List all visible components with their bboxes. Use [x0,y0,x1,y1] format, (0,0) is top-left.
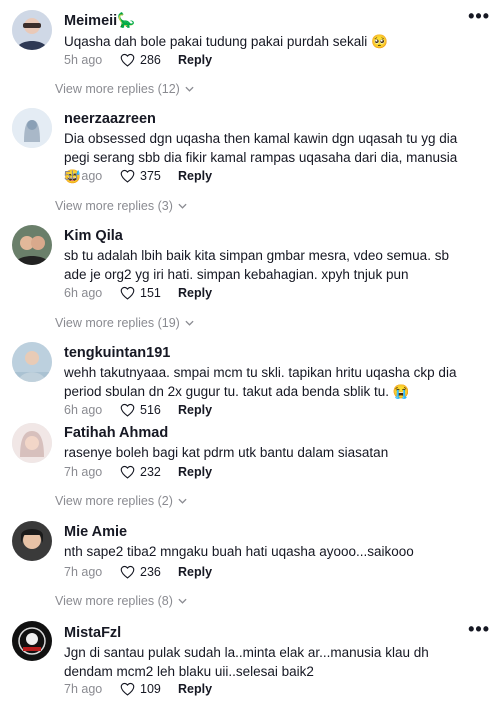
view-more-replies[interactable]: View more replies (2) [55,494,187,508]
timestamp: 5h ago [64,53,103,67]
comment-text: Jgn di santau pulak sudah la..minta elak… [64,645,429,679]
comment-meta: 5h ago 375 Reply [64,167,212,185]
reply-button[interactable]: Reply [178,53,212,67]
avatar-image [12,423,52,463]
view-more-replies[interactable]: View more replies (3) [55,199,187,213]
heart-outline-icon [120,286,135,300]
like-count: 516 [140,403,161,417]
heart-outline-icon [120,465,135,479]
avatar-image [12,10,52,50]
like-button[interactable]: 236 [120,565,178,579]
comment-username[interactable]: Fatihah Ahmad [64,425,168,441]
like-button[interactable]: 286 [120,53,178,67]
comment-username[interactable]: tengkuintan191 [64,345,170,361]
chevron-down-icon [185,320,194,326]
view-more-replies[interactable]: View more replies (19) [55,316,194,330]
view-more-replies-label: View more replies (2) [55,494,173,508]
reply-button[interactable]: Reply [178,286,212,300]
comment-username[interactable]: MistaFzl [64,625,121,641]
timestamp: 6h ago [64,403,103,417]
chevron-down-icon [185,86,194,92]
avatar[interactable] [12,10,52,50]
view-more-replies[interactable]: View more replies (8) [55,594,187,608]
comment-meta: 6h ago 151 Reply [64,284,212,302]
avatar-image [12,621,52,661]
comment-text: Uqasha dah bole pakai tudung pakai purda… [64,34,388,49]
more-dots-icon[interactable]: ••• [468,619,490,640]
more-dots-icon[interactable]: ••• [468,6,490,27]
chevron-down-icon [178,598,187,604]
reply-button[interactable]: Reply [178,682,212,696]
comment-username[interactable]: neerzaazreen [64,111,156,127]
heart-outline-icon [120,403,135,417]
timestamp: 7h ago [64,682,103,696]
view-more-replies-label: View more replies (3) [55,199,173,213]
timestamp: 5h ago [64,169,103,183]
view-more-replies[interactable]: View more replies (12) [55,82,194,96]
reply-button[interactable]: Reply [178,565,212,579]
like-count: 232 [140,465,161,479]
like-count: 286 [140,53,161,67]
avatar-image [12,521,52,561]
reply-button[interactable]: Reply [178,403,212,417]
chevron-down-icon [178,498,187,504]
avatar-image [12,108,52,148]
heart-outline-icon [120,682,135,696]
like-button[interactable]: 375 [120,169,178,183]
view-more-replies-label: View more replies (8) [55,594,173,608]
comment-username[interactable]: Mie Amie [64,524,127,540]
comment-meta: 5h ago 286 Reply [64,51,212,69]
avatar-image [12,342,52,382]
heart-outline-icon [120,565,135,579]
comment-username[interactable]: Kim Qila [64,228,123,244]
like-count: 109 [140,682,161,696]
timestamp: 7h ago [64,565,103,579]
avatar[interactable] [12,108,52,148]
heart-outline-icon [120,169,135,183]
comment-text: sb tu adalah lbih baik kita simpan gmbar… [64,248,449,282]
avatar[interactable] [12,342,52,382]
reply-button[interactable]: Reply [178,465,212,479]
like-button[interactable]: 109 [120,682,178,696]
comment-meta: 7h ago 236 Reply [64,563,212,581]
avatar[interactable] [12,423,52,463]
like-button[interactable]: 232 [120,465,178,479]
comment-meta: 7h ago 109 Reply [64,680,212,698]
like-count: 151 [140,286,161,300]
like-count: 236 [140,565,161,579]
avatar[interactable] [12,521,52,561]
like-button[interactable]: 516 [120,403,178,417]
avatar[interactable] [12,225,52,265]
avatar[interactable] [12,621,52,661]
comment-text: rasenye boleh bagi kat pdrm utk bantu da… [64,445,389,460]
timestamp: 7h ago [64,465,103,479]
like-count: 375 [140,169,161,183]
comment-text: wehh takutnyaaa. smpai mcm tu skli. tapi… [64,365,457,399]
chevron-down-icon [178,203,187,209]
reply-button[interactable]: Reply [178,169,212,183]
view-more-replies-label: View more replies (12) [55,82,180,96]
comment-meta: 6h ago 516 Reply [64,401,212,419]
view-more-replies-label: View more replies (19) [55,316,180,330]
comment-username[interactable]: Meimeii🦕 [64,12,135,29]
comment-meta: 7h ago 232 Reply [64,463,212,481]
timestamp: 6h ago [64,286,103,300]
heart-outline-icon [120,53,135,67]
like-button[interactable]: 151 [120,286,178,300]
comment-text: nth sape2 tiba2 mngaku buah hati uqasha … [64,544,414,559]
avatar-image [12,225,52,265]
